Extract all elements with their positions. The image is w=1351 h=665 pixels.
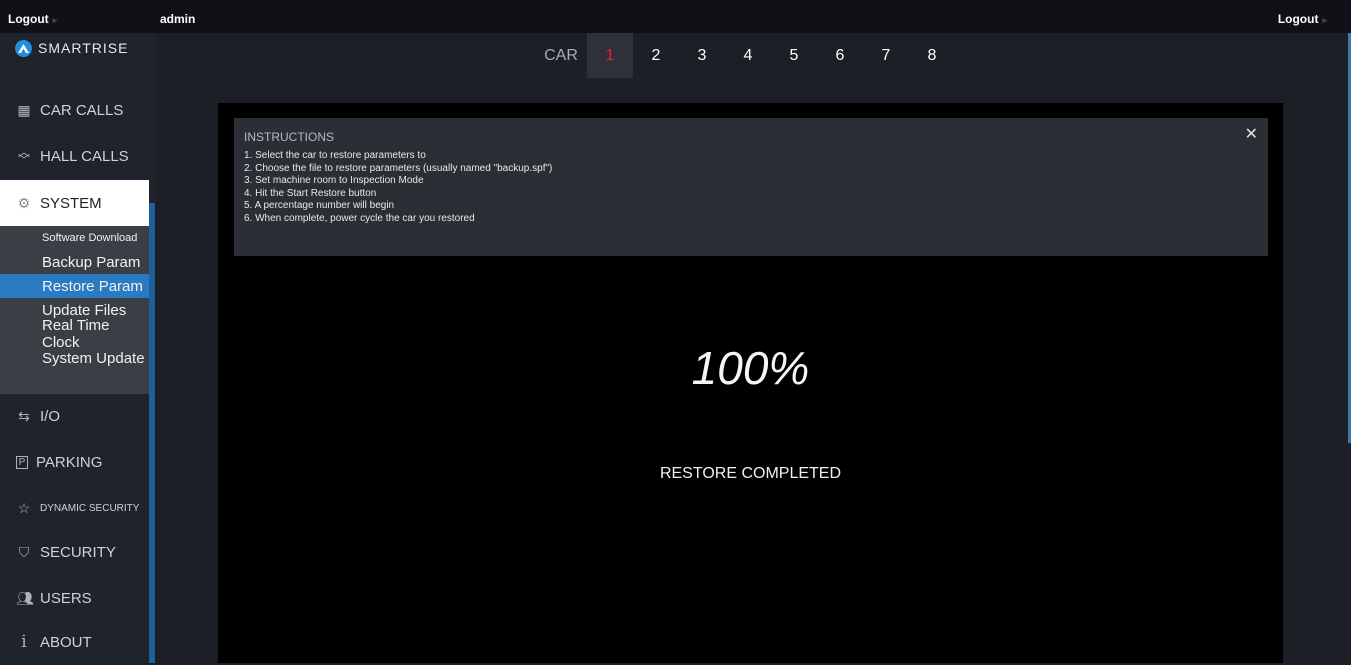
car-calls-icon: ▦: [17, 101, 31, 118]
nav-about-label: ABOUT: [40, 633, 92, 651]
car-label: CAR: [544, 46, 578, 64]
info-icon: i: [21, 632, 27, 652]
car-button-8[interactable]: 8: [909, 33, 955, 78]
instructions-title: INSTRUCTIONS: [244, 130, 334, 144]
nav-parking-label: PARKING: [36, 453, 103, 471]
nav-security-label: SECURITY: [40, 543, 116, 561]
submenu-restore-param[interactable]: Restore Param: [0, 274, 149, 298]
car-button-4[interactable]: 4: [725, 33, 771, 78]
parking-icon: P: [16, 455, 28, 469]
nav-io-label: I/O: [40, 407, 61, 425]
nav-dynamic-security[interactable]: ☆ DYNAMIC SECURITY: [0, 485, 149, 531]
car-button-6[interactable]: 6: [817, 33, 863, 78]
brand-logo[interactable]: SMARTRISE: [15, 33, 128, 63]
nav-system-label: SYSTEM: [40, 194, 102, 212]
logout-link-left[interactable]: Logout ▸: [8, 12, 57, 26]
brand-mark-icon: [15, 39, 32, 57]
instruction-line: 4. Hit the Start Restore button: [244, 187, 377, 199]
instructions-box: INSTRUCTIONS 1. Select the car to restor…: [234, 118, 1268, 256]
car-button-7[interactable]: 7: [863, 33, 909, 78]
main-content: CAR 1 2 3 4 5 6 7 8 INSTRUCTIONS 1. Sele…: [155, 33, 1351, 663]
logout-link-right[interactable]: Logout ▸: [1278, 12, 1327, 26]
nav-car-calls[interactable]: ▦ CAR CALLS: [0, 87, 149, 133]
hall-calls-icon: ︿ ﹀: [17, 145, 30, 167]
nav-users[interactable]: 👥︎ USERS: [0, 575, 149, 621]
instruction-line: 3. Set machine room to Inspection Mode: [244, 175, 424, 187]
submenu-real-time-clock[interactable]: Real Time Clock: [0, 317, 149, 351]
swap-arrows-icon: ⇆: [18, 407, 30, 424]
instruction-line: 2. Choose the file to restore parameters…: [244, 162, 553, 174]
system-submenu: Software Download Backup Param Restore P…: [0, 226, 149, 394]
star-icon: ☆: [17, 499, 31, 516]
restore-panel: INSTRUCTIONS 1. Select the car to restor…: [218, 103, 1283, 663]
car-button-3[interactable]: 3: [679, 33, 725, 78]
username: admin: [160, 12, 196, 26]
close-icon[interactable]: ✕: [1245, 124, 1258, 144]
nav-security[interactable]: ⛉ SECURITY: [0, 529, 149, 575]
progress-percent: 100%: [691, 342, 810, 394]
sidebar: SMARTRISE ▦ CAR CALLS ︿ ﹀ HALL CALLS ⚙ SY…: [0, 33, 155, 663]
nav-hall-calls[interactable]: ︿ ﹀ HALL CALLS: [0, 133, 149, 179]
nav-parking[interactable]: P PARKING: [0, 439, 149, 485]
car-button-1[interactable]: 1: [587, 33, 633, 78]
nav-users-label: USERS: [40, 589, 92, 607]
nav-dynamic-security-label: DYNAMIC SECURITY: [40, 502, 140, 514]
shield-icon: ⛉: [18, 543, 30, 560]
users-icon: 👥︎: [16, 589, 34, 606]
instruction-line: 6. When complete, power cycle the car yo…: [244, 212, 475, 224]
instruction-line: 1. Select the car to restore parameters …: [244, 150, 426, 161]
nav-system[interactable]: ⚙ SYSTEM: [0, 180, 149, 226]
car-selector: CAR 1 2 3 4 5 6 7 8: [535, 33, 955, 78]
gear-icon: ⚙: [17, 194, 31, 211]
restore-status: RESTORE COMPLETED: [659, 465, 842, 482]
top-bar: Logout ▸ admin Logout ▸: [0, 0, 1351, 33]
nav-car-calls-label: CAR CALLS: [40, 101, 124, 119]
submenu-software-download[interactable]: Software Download: [0, 226, 149, 250]
instruction-line: 5. A percentage number will begin: [244, 200, 395, 212]
submenu-system-update[interactable]: System Update: [0, 346, 149, 370]
brand-name: SMARTRISE: [38, 40, 129, 56]
nav-about[interactable]: i ABOUT: [0, 619, 149, 665]
nav-hall-calls-label: HALL CALLS: [40, 147, 129, 165]
nav-io[interactable]: ⇆ I/O: [0, 393, 149, 439]
submenu-backup-param[interactable]: Backup Param: [0, 250, 149, 274]
car-button-2[interactable]: 2: [633, 33, 679, 78]
car-button-5[interactable]: 5: [771, 33, 817, 78]
